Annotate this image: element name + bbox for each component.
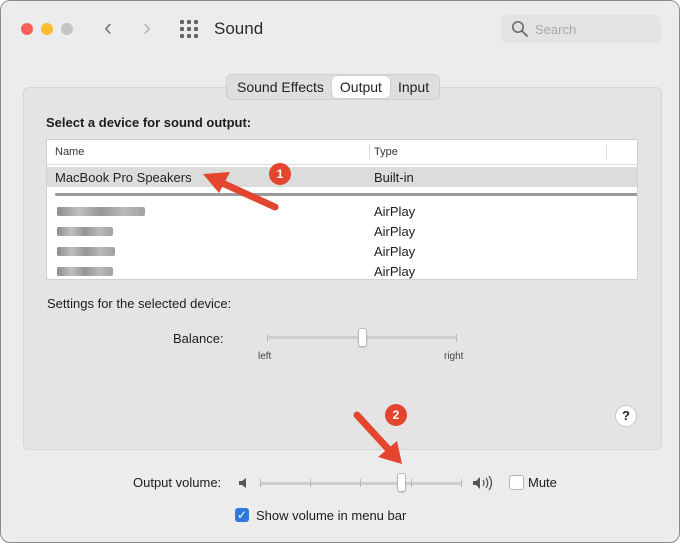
annotation-layer	[203, 172, 402, 464]
annotation-arrow-1	[203, 172, 279, 211]
annotation-badge-2: 2	[385, 404, 407, 426]
annotation-badge-1: 1	[269, 163, 291, 185]
